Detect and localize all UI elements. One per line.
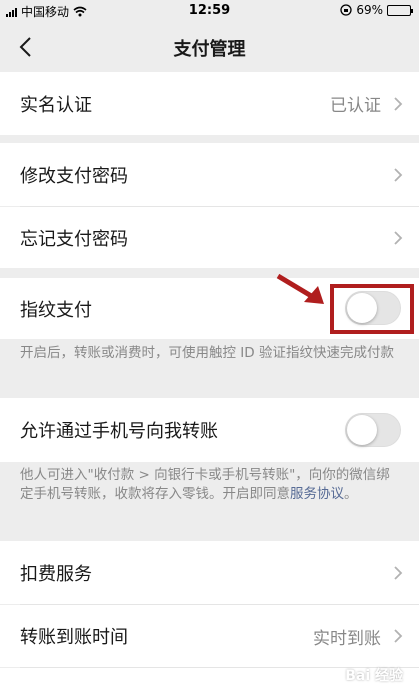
cell-deduction-service[interactable]: 扣费服务 bbox=[0, 541, 419, 604]
note-end: 。 bbox=[344, 486, 358, 502]
chevron-right-icon bbox=[394, 565, 403, 580]
chevron-right-icon bbox=[394, 167, 403, 182]
page-title: 支付管理 bbox=[173, 39, 246, 60]
watermark-logo: Bai 经验 bbox=[345, 668, 403, 684]
toggle-knob bbox=[347, 415, 377, 445]
fingerprint-note: 开启后，转账或消费时，可使用触控 ID 验证指纹快速完成付款 bbox=[20, 345, 394, 361]
cell-forgot-password[interactable]: 忘记支付密码 bbox=[0, 207, 419, 268]
cell-transfer-arrival-time[interactable]: 转账到账时间 实时到账 bbox=[0, 605, 419, 667]
cell-real-name[interactable]: 实名认证 已认证 bbox=[0, 72, 419, 135]
cell-value: 已认证 bbox=[330, 96, 381, 116]
phone-transfer-note: 他人可进入"收付款 > 向银行卡或手机号转账"，向你的微信绑定手机号转账，收款将… bbox=[0, 466, 419, 504]
cell-label: 实名认证 bbox=[20, 94, 92, 116]
phone-transfer-toggle[interactable] bbox=[345, 413, 401, 447]
chevron-right-icon bbox=[394, 629, 403, 643]
cell-label: 转账到账时间 bbox=[20, 627, 128, 648]
annotation-highlight-box bbox=[330, 284, 414, 334]
chevron-right-icon bbox=[394, 230, 403, 245]
annotation-arrow-icon bbox=[276, 273, 324, 304]
battery-percent: 69% bbox=[356, 3, 383, 17]
cell-change-password[interactable]: 修改支付密码 bbox=[0, 143, 419, 206]
nav-bar: 支付管理 bbox=[0, 22, 419, 72]
cell-value: 实时到账 bbox=[313, 628, 381, 649]
orientation-lock-icon bbox=[340, 4, 352, 16]
cell-label: 允许通过手机号向我转账 bbox=[20, 421, 218, 442]
cell-phone-transfer: 允许通过手机号向我转账 bbox=[0, 398, 419, 462]
battery-icon bbox=[387, 4, 413, 16]
cell-label: 扣费服务 bbox=[20, 563, 92, 585]
status-right: 69% bbox=[340, 3, 413, 17]
cell-label: 指纹支付 bbox=[20, 299, 92, 321]
service-agreement-link[interactable]: 服务协议 bbox=[290, 486, 344, 502]
chevron-right-icon bbox=[394, 96, 403, 111]
cell-label: 修改支付密码 bbox=[20, 165, 128, 187]
cell-label: 忘记支付密码 bbox=[20, 228, 128, 250]
status-bar: 中国移动 12:59 69% bbox=[0, 0, 419, 22]
